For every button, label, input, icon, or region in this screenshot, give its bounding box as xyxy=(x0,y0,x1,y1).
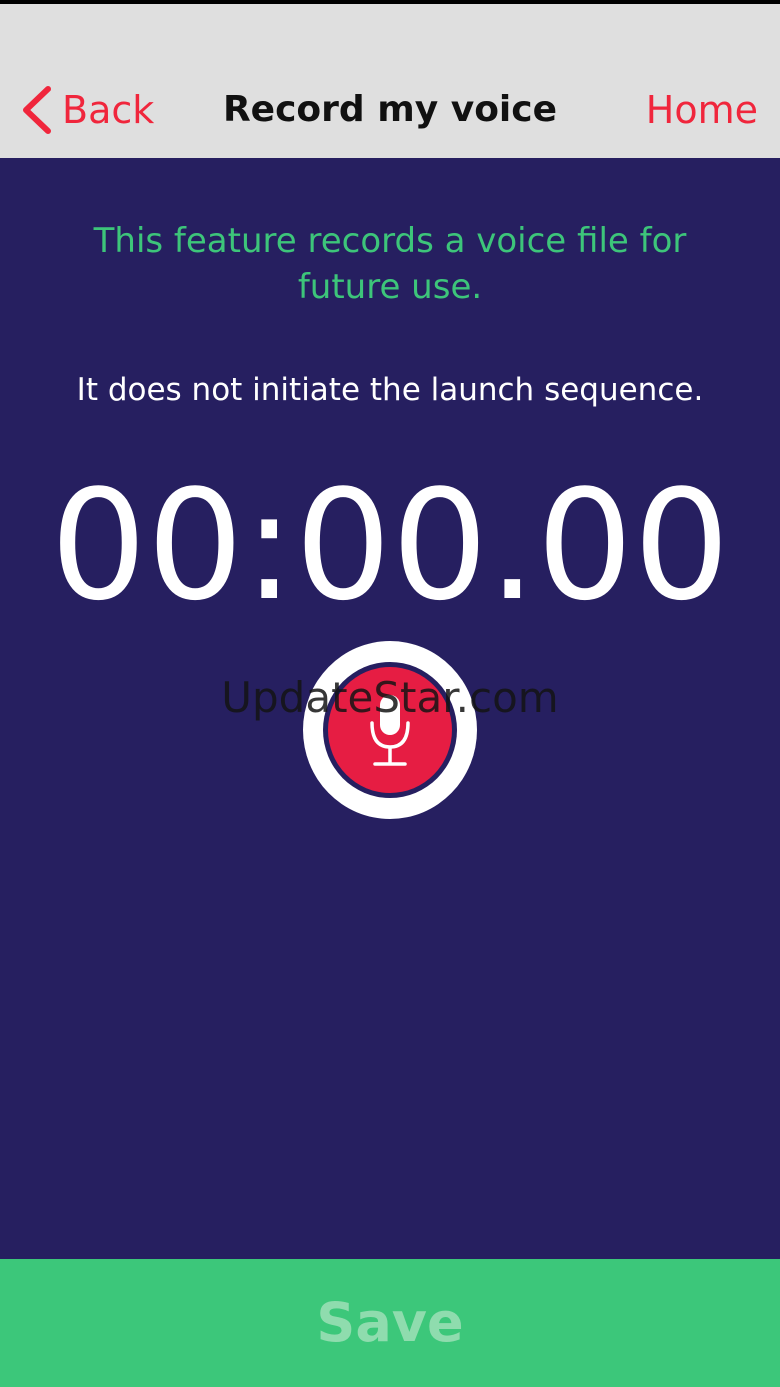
navigation-bar: Back Record my voice Home xyxy=(0,4,780,158)
microphone-icon xyxy=(370,695,410,766)
save-label: Save xyxy=(316,1291,464,1354)
save-button[interactable]: Save xyxy=(0,1259,780,1387)
feature-description: This feature records a voice file for fu… xyxy=(93,221,687,307)
record-ring xyxy=(323,662,457,798)
record-voice-screen: Back Record my voice Home This feature r… xyxy=(0,0,780,1387)
back-label: Back xyxy=(62,88,155,132)
record-button[interactable] xyxy=(303,641,477,819)
page-title: Record my voice xyxy=(222,89,558,130)
chevron-left-icon xyxy=(23,86,51,134)
record-core xyxy=(328,667,452,793)
recording-timer: 00:00.00 xyxy=(50,457,730,634)
home-button[interactable]: Home xyxy=(646,82,758,138)
back-button[interactable]: Back xyxy=(18,82,154,138)
launch-disclaimer: It does not initiate the launch sequence… xyxy=(76,372,704,408)
